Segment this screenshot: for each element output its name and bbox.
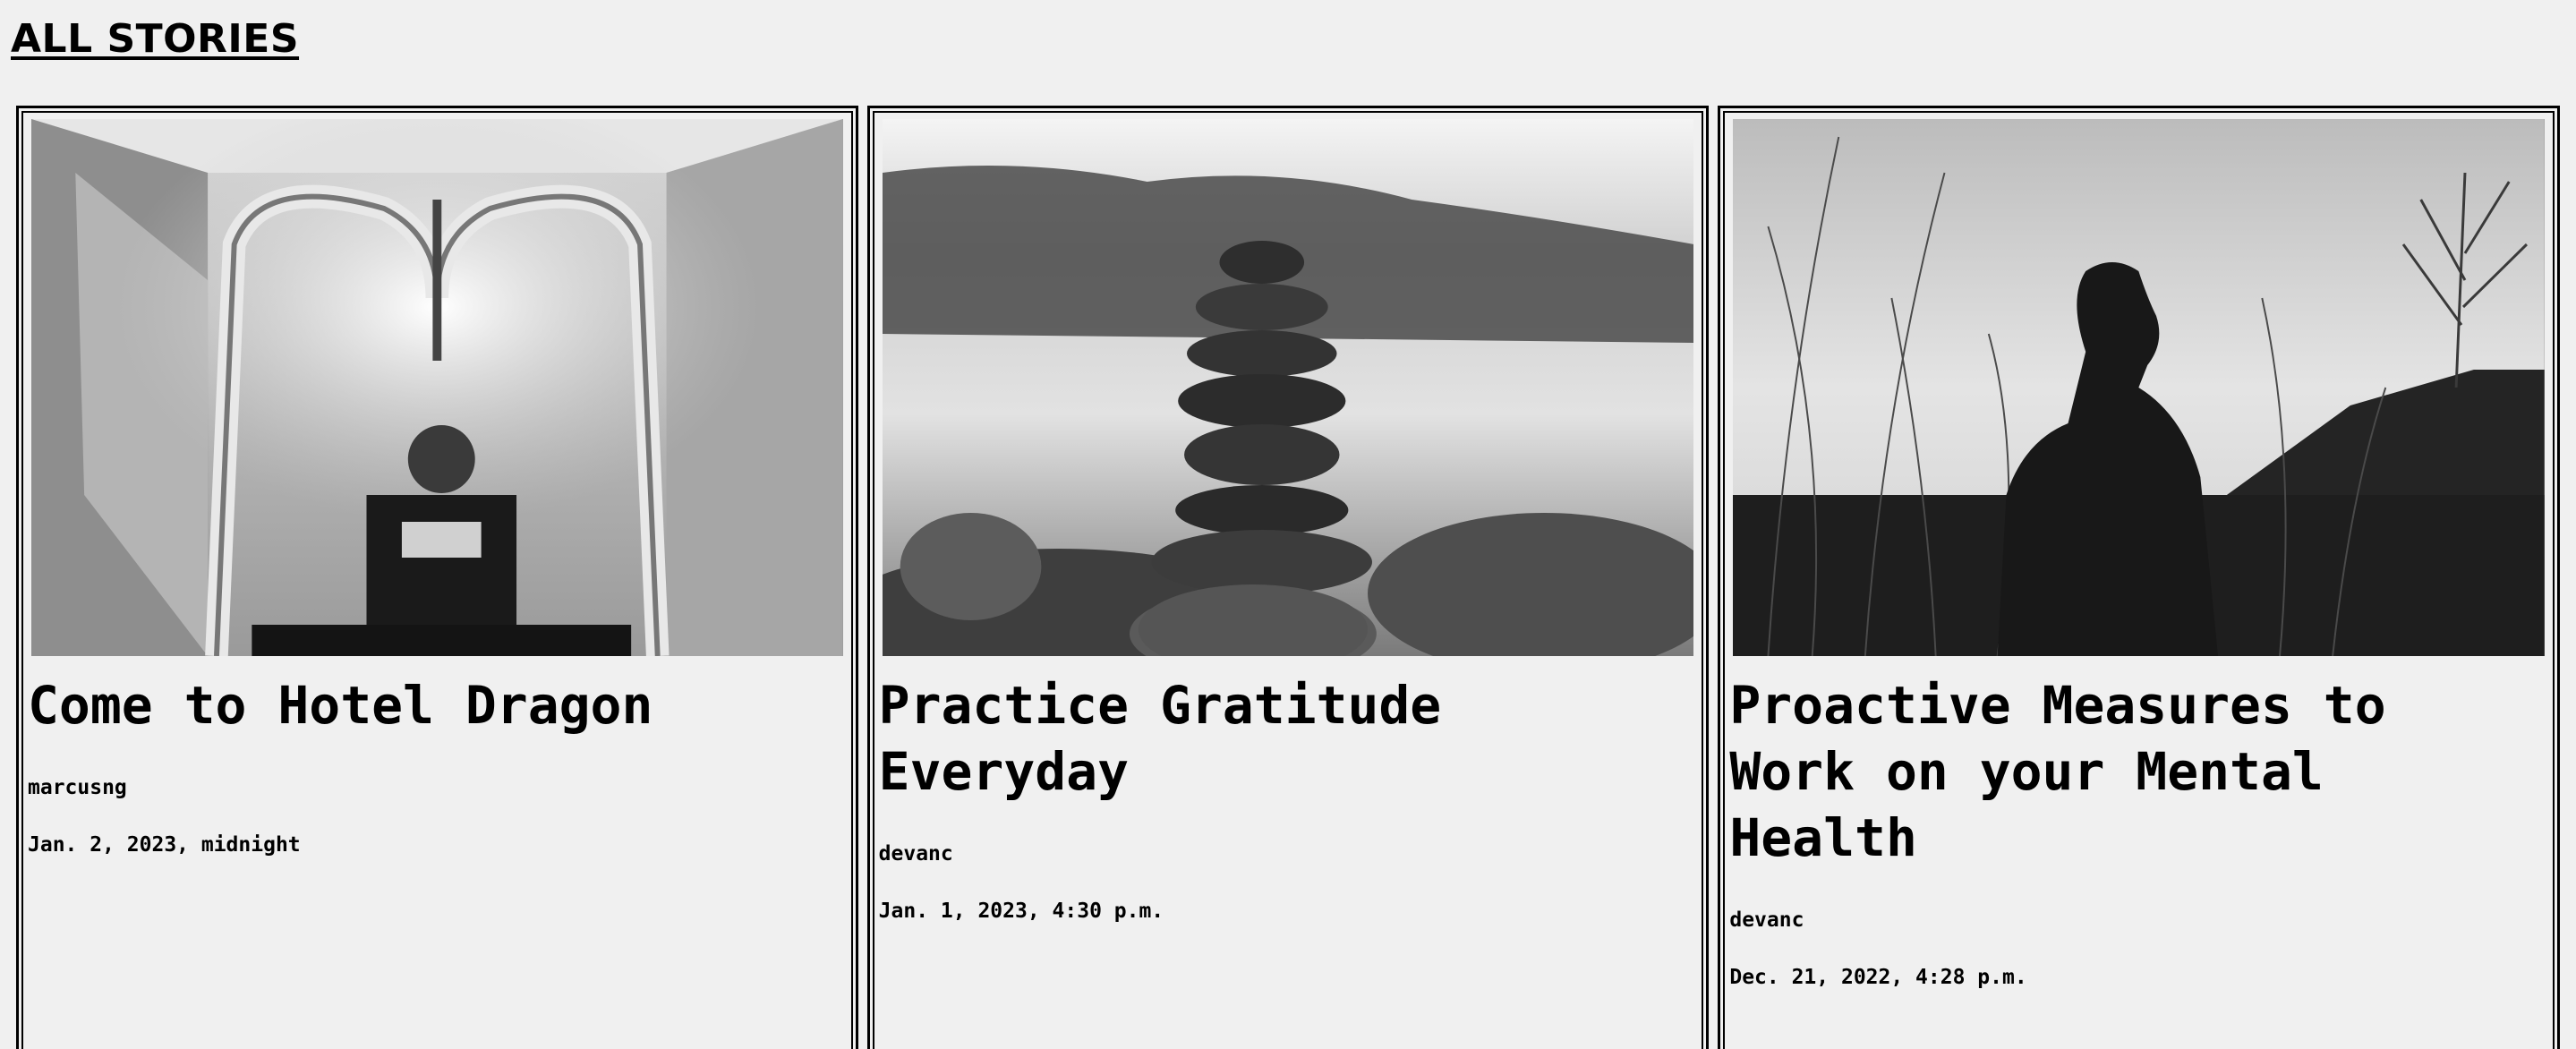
story-author: marcusng — [28, 776, 127, 799]
story-date: Jan. 2, 2023, midnight — [28, 833, 301, 857]
story-card[interactable]: Practice Gratitude Everyday devanc Jan. … — [866, 106, 1710, 1049]
story-title[interactable]: Practice Gratitude Everyday — [879, 663, 1689, 805]
story-title[interactable]: Proactive Measures to Work on your Menta… — [1729, 663, 2539, 871]
story-date: Jan. 1, 2023, 4:30 p.m. — [878, 900, 1164, 923]
story-image[interactable] — [882, 119, 1694, 656]
story-card[interactable]: Come to Hotel Dragon marcusng Jan. 2, 20… — [16, 106, 858, 1049]
story-card[interactable]: Proactive Measures to Work on your Menta… — [1718, 106, 2561, 1049]
story-title[interactable]: Come to Hotel Dragon — [28, 663, 838, 738]
man-in-grass-silhouette-photo — [1733, 119, 2546, 656]
story-date: Dec. 21, 2022, 4:28 p.m. — [1729, 966, 2027, 989]
bellman-cart-photo — [31, 119, 843, 656]
story-info: Come to Hotel Dragon marcusng Jan. 2, 20… — [28, 663, 838, 858]
story-info: Proactive Measures to Work on your Menta… — [1729, 663, 2539, 991]
story-author: devanc — [1729, 908, 1804, 932]
story-image[interactable] — [1733, 119, 2546, 656]
stacked-stones-photo — [882, 119, 1694, 656]
story-author: devanc — [878, 842, 953, 866]
page-heading[interactable]: ALL STORIES — [11, 14, 299, 64]
story-image[interactable] — [31, 119, 843, 656]
story-info: Practice Gratitude Everyday devanc Jan. … — [879, 663, 1689, 925]
story-grid: Come to Hotel Dragon marcusng Jan. 2, 20… — [16, 106, 2561, 1049]
